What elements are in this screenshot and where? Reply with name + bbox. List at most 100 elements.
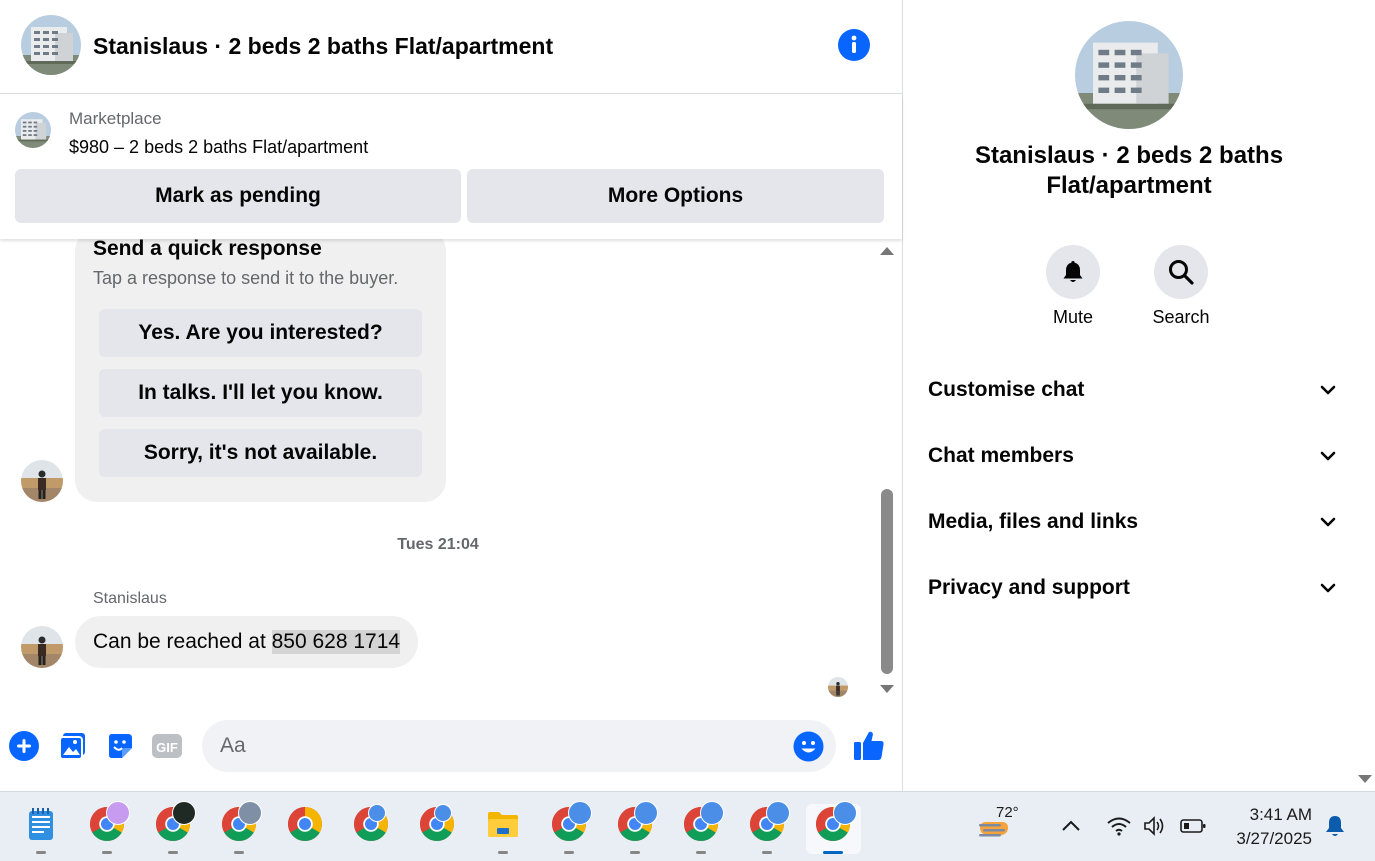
chat-panel: Stanislaus · 2 beds 2 baths Flat/apartme… bbox=[0, 0, 902, 791]
profile-badge-icon bbox=[172, 801, 196, 825]
chevron-down-icon bbox=[1320, 517, 1336, 527]
notepad-icon bbox=[29, 808, 53, 840]
phone-number[interactable]: 850 628 1714 bbox=[271, 630, 401, 654]
listing-thumbnail[interactable] bbox=[15, 112, 51, 148]
taskbar-indicator bbox=[762, 851, 772, 854]
mute-button[interactable]: Mute bbox=[1028, 245, 1118, 328]
page-scroll-down-arrow-icon[interactable] bbox=[1358, 775, 1372, 783]
message-composer: GIF bbox=[0, 712, 902, 782]
search-icon[interactable] bbox=[1154, 245, 1208, 299]
profile-badge-icon bbox=[833, 801, 857, 825]
info-icon[interactable] bbox=[838, 29, 870, 61]
chat-header: Stanislaus · 2 beds 2 baths Flat/apartme… bbox=[0, 0, 902, 94]
section-label: Privacy and support bbox=[928, 576, 1130, 599]
listing-banner: Marketplace $980 – 2 beds 2 baths Flat/a… bbox=[0, 95, 902, 239]
taskbar-chrome[interactable] bbox=[150, 801, 196, 854]
chevron-down-icon bbox=[1320, 385, 1336, 395]
taskbar-chrome[interactable] bbox=[84, 801, 130, 854]
gif-label: GIF bbox=[156, 740, 178, 755]
chevron-up-icon[interactable] bbox=[1061, 819, 1081, 833]
section-media-files-links[interactable]: Media, files and links bbox=[928, 502, 1338, 542]
message-list: Send a quick response Tap a response to … bbox=[0, 239, 880, 699]
emoji-icon[interactable] bbox=[793, 731, 824, 762]
quick-response-option[interactable]: Yes. Are you interested? bbox=[99, 309, 422, 357]
profile-badge-icon bbox=[568, 801, 592, 825]
taskbar-chrome[interactable] bbox=[744, 801, 790, 854]
more-options-button[interactable]: More Options bbox=[467, 169, 884, 223]
read-receipt-avatar bbox=[828, 677, 848, 697]
notification-bell-icon[interactable] bbox=[1324, 814, 1346, 838]
taskbar-notepad[interactable] bbox=[18, 804, 64, 854]
message-text: Can be reached at bbox=[93, 630, 272, 653]
taskbar-indicator bbox=[823, 851, 843, 854]
windows-taskbar: 72° 3:41 AM 3/27/2025 bbox=[0, 791, 1375, 861]
taskbar-chrome[interactable] bbox=[282, 804, 328, 854]
chat-scrollbar[interactable] bbox=[876, 243, 898, 698]
plus-icon[interactable] bbox=[8, 730, 40, 762]
messenger-window: Stanislaus · 2 beds 2 baths Flat/apartme… bbox=[0, 0, 1375, 791]
thumbs-up-icon[interactable] bbox=[851, 728, 887, 764]
search-button[interactable]: Search bbox=[1136, 245, 1226, 328]
sender-avatar[interactable] bbox=[21, 460, 63, 502]
profile-badge-icon bbox=[700, 801, 724, 825]
taskbar-chrome-active[interactable] bbox=[806, 801, 861, 854]
section-customise-chat[interactable]: Customise chat bbox=[928, 370, 1338, 410]
photo-icon[interactable] bbox=[57, 730, 89, 762]
scroll-up-arrow-icon[interactable] bbox=[880, 247, 894, 255]
section-label: Media, files and links bbox=[928, 510, 1139, 533]
taskbar-indicator bbox=[102, 851, 112, 854]
taskbar-indicator bbox=[168, 851, 178, 854]
gif-icon[interactable]: GIF bbox=[151, 730, 183, 762]
mute-label: Mute bbox=[1052, 307, 1094, 327]
taskbar-indicator bbox=[498, 851, 508, 854]
conversation-title[interactable]: Stanislaus · 2 beds 2 baths Flat/apartme… bbox=[93, 33, 553, 60]
section-chat-members[interactable]: Chat members bbox=[928, 436, 1338, 476]
chevron-down-icon bbox=[1320, 583, 1336, 593]
scrollbar-thumb[interactable] bbox=[881, 489, 893, 674]
quick-response-card: Send a quick response Tap a response to … bbox=[75, 239, 446, 502]
section-label: Customise chat bbox=[928, 378, 1085, 401]
sender-avatar[interactable] bbox=[21, 626, 63, 668]
conversation-details-panel: Stanislaus · 2 beds 2 baths Flat/apartme… bbox=[902, 0, 1375, 791]
taskbar-chrome[interactable] bbox=[216, 801, 262, 854]
clock-time[interactable]: 3:41 AM bbox=[1228, 805, 1312, 825]
scroll-down-arrow-icon[interactable] bbox=[880, 685, 894, 693]
message-input[interactable] bbox=[202, 720, 836, 772]
section-label: Chat members bbox=[928, 444, 1074, 467]
quick-response-subtitle: Tap a response to send it to the buyer. bbox=[93, 268, 399, 288]
message-timestamp: Tues 21:04 bbox=[397, 536, 479, 553]
taskbar-indicator bbox=[564, 851, 574, 854]
section-privacy-support[interactable]: Privacy and support bbox=[928, 568, 1338, 608]
wifi-icon[interactable] bbox=[1106, 815, 1132, 837]
volume-icon[interactable] bbox=[1142, 815, 1168, 837]
taskbar-chrome[interactable] bbox=[678, 801, 724, 854]
details-avatar[interactable] bbox=[1075, 21, 1183, 129]
profile-badge-icon bbox=[238, 801, 262, 825]
battery-icon[interactable] bbox=[1179, 817, 1207, 835]
profile-badge-icon bbox=[106, 801, 130, 825]
taskbar-chrome[interactable] bbox=[546, 801, 592, 854]
mark-as-pending-button[interactable]: Mark as pending bbox=[15, 169, 461, 223]
sender-name: Stanislaus bbox=[93, 590, 167, 607]
weather-temperature[interactable]: 72° bbox=[996, 804, 1019, 821]
clock-date[interactable]: 3/27/2025 bbox=[1218, 829, 1312, 849]
quick-response-option[interactable]: In talks. I'll let you know. bbox=[99, 369, 422, 417]
bell-icon[interactable] bbox=[1046, 245, 1100, 299]
taskbar-chrome[interactable] bbox=[414, 804, 460, 854]
quick-response-option[interactable]: Sorry, it's not available. bbox=[99, 429, 422, 477]
taskbar-chrome[interactable] bbox=[348, 804, 394, 854]
listing-description[interactable]: $980 – 2 beds 2 baths Flat/apartment bbox=[69, 137, 368, 158]
taskbar-indicator bbox=[696, 851, 706, 854]
taskbar-file-explorer[interactable] bbox=[480, 804, 526, 854]
quick-response-title: Send a quick response bbox=[93, 239, 322, 260]
listing-source: Marketplace bbox=[69, 109, 162, 128]
taskbar-indicator bbox=[234, 851, 244, 854]
profile-badge-icon bbox=[434, 804, 452, 822]
profile-badge-icon bbox=[634, 801, 658, 825]
profile-badge-icon bbox=[368, 804, 386, 822]
conversation-avatar[interactable] bbox=[21, 15, 81, 75]
sticker-icon[interactable] bbox=[104, 730, 136, 762]
message-bubble[interactable]: Can be reached at 850 628 1714 bbox=[75, 616, 419, 668]
taskbar-chrome[interactable] bbox=[612, 801, 658, 854]
profile-badge-icon bbox=[766, 801, 790, 825]
